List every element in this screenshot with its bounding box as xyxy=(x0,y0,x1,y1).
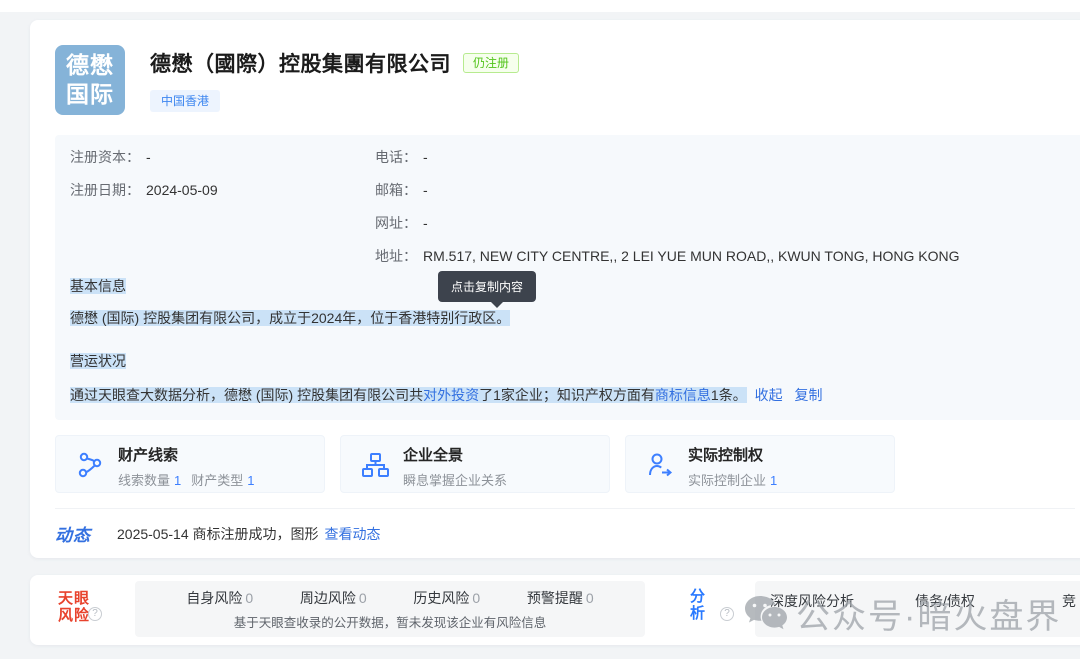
feature-card-body: 财产线索 线索数量 1 财产类型 1 xyxy=(118,444,265,489)
analysis-help-icon[interactable]: ? xyxy=(720,607,734,621)
trademark-info-link[interactable]: 商标信息 xyxy=(655,387,711,403)
risk-item-warning[interactable]: 预警提醒0 xyxy=(527,588,594,608)
title-row: 德懋（國際）控股集團有限公司 仍注册 xyxy=(150,48,519,78)
company-logo-line2: 国际 xyxy=(66,80,114,109)
risk-items-row: 自身风险0 周边风险0 历史风险0 预警提醒0 xyxy=(135,588,645,608)
field-phone: 电话：- xyxy=(375,147,428,167)
operation-part3: 1条。 xyxy=(711,387,747,403)
copy-tooltip: 点击复制内容 xyxy=(438,271,536,302)
tianyan-risk-brand-line2: 风险 xyxy=(58,607,90,624)
view-dynamics-link[interactable]: 查看动态 xyxy=(325,524,381,544)
org-chart-icon xyxy=(361,451,389,479)
risk-item-label: 周边风险 xyxy=(300,590,356,606)
controller-person-icon xyxy=(646,451,674,479)
basic-info-text: 德懋 (国际) 控股集团有限公司，成立于2024年，位于香港特别行政区。 xyxy=(70,308,510,328)
analysis-brand-line1: 分 xyxy=(690,588,705,605)
analysis-brand-line2: 析 xyxy=(690,605,705,622)
page-top-strip xyxy=(0,0,1080,12)
property-type-label: 财产类型 xyxy=(191,473,243,488)
feature-card-property-clues[interactable]: 财产线索 线索数量 1 财产类型 1 xyxy=(55,435,325,493)
basic-info-title: 基本信息 xyxy=(70,276,126,296)
basic-info-text-selected: 德懋 (国际) 控股集团有限公司，成立于2024年，位于香港特别行政区。 xyxy=(70,310,510,326)
risk-item-history[interactable]: 历史风险0 xyxy=(413,588,480,608)
controlled-company-value: 1 xyxy=(770,473,777,488)
property-type-value: 1 xyxy=(247,473,254,488)
risk-note: 基于天眼查收录的公开数据，暂未发现该企业有风险信息 xyxy=(135,612,645,631)
operation-text: 通过天眼查大数据分析，德懋 (国际) 控股集团有限公司共对外投资了1家企业；知识… xyxy=(70,385,822,405)
divider xyxy=(55,508,1075,509)
risk-item-label: 预警提醒 xyxy=(527,590,583,606)
risk-counts-panel: 自身风险0 周边风险0 历史风险0 预警提醒0 基于天眼查收录的公开数据，暂未发… xyxy=(135,581,645,637)
risk-item-count: 0 xyxy=(359,590,367,606)
risk-item-self[interactable]: 自身风险0 xyxy=(186,588,253,608)
field-value: - xyxy=(423,182,428,198)
controlled-company-label: 实际控制企业 xyxy=(688,473,766,488)
feature-card-body: 企业全景 瞬息掌握企业关系 xyxy=(403,444,507,489)
analysis-item-debt[interactable]: 债务/债权 xyxy=(915,591,975,611)
field-address: 地址： RM.517, NEW CITY CENTRE,, 2 LEI YUE M… xyxy=(375,246,960,266)
field-label: 注册日期： xyxy=(70,182,140,198)
analysis-panel: 深度风险分析 债务/债权 竞 xyxy=(755,581,1080,637)
field-value: - xyxy=(146,149,151,165)
company-logo: 德懋 国际 xyxy=(55,45,125,115)
operation-title-text: 营运状况 xyxy=(70,353,126,369)
analysis-item-competition[interactable]: 竞 xyxy=(1062,591,1076,611)
risk-summary-card: 天眼 风险 ? 自身风险0 周边风险0 历史风险0 预警提醒0 基于天眼查收录的… xyxy=(30,575,1080,645)
feature-card-desc: 实际控制企业 1 xyxy=(688,470,787,489)
operation-part2: 了1家企业；知识产权方面有 xyxy=(479,387,655,403)
dynamics-row: 动态 2025-05-14 商标注册成功，图形 查看动态 xyxy=(55,521,381,546)
field-registered-date: 注册日期： 2024-05-09 xyxy=(70,180,218,200)
field-email: 邮箱：- xyxy=(375,180,428,200)
operation-title: 营运状况 xyxy=(70,351,126,371)
company-profile-card: 德懋 国际 德懋（國際）控股集團有限公司 仍注册 中国香港 注册资本：- 注册日… xyxy=(30,20,1080,558)
field-value: 2024-05-09 xyxy=(146,182,218,198)
clue-count-value: 1 xyxy=(174,473,181,488)
risk-item-label: 历史风险 xyxy=(413,590,469,606)
region-tag[interactable]: 中国香港 xyxy=(150,90,220,112)
field-registered-capital: 注册资本：- xyxy=(70,147,151,167)
risk-item-label: 自身风险 xyxy=(186,590,242,606)
operation-part1: 通过天眼查大数据分析，德懋 (国际) 控股集团有限公司共 xyxy=(70,387,423,403)
feature-card-desc: 线索数量 1 财产类型 1 xyxy=(118,470,265,489)
feature-card-company-panorama[interactable]: 企业全景 瞬息掌握企业关系 xyxy=(340,435,610,493)
risk-item-count: 0 xyxy=(586,590,594,606)
feature-card-title: 财产线索 xyxy=(118,444,265,465)
clue-count-label: 线索数量 xyxy=(118,473,170,488)
status-badge: 仍注册 xyxy=(463,53,519,73)
risk-help-icon[interactable]: ? xyxy=(88,607,102,621)
analysis-brand: 分 析 xyxy=(690,588,705,622)
feature-card-actual-control[interactable]: 实际控制权 实际控制企业 1 xyxy=(625,435,895,493)
field-label: 邮箱： xyxy=(375,182,417,198)
field-value: - xyxy=(423,149,428,165)
field-website: 网址：- xyxy=(375,213,428,233)
feature-card-title: 实际控制权 xyxy=(688,444,787,465)
risk-item-surrounding[interactable]: 周边风险0 xyxy=(300,588,367,608)
dynamics-label: 动态 xyxy=(55,521,91,546)
risk-item-count: 0 xyxy=(245,590,253,606)
operation-text-selected: 通过天眼查大数据分析，德懋 (国际) 控股集团有限公司共对外投资了1家企业；知识… xyxy=(70,387,747,403)
tianyan-risk-brand: 天眼 风险 xyxy=(58,590,90,624)
feature-card-title: 企业全景 xyxy=(403,444,507,465)
clue-icon xyxy=(76,451,104,479)
company-logo-line1: 德懋 xyxy=(66,51,114,80)
copy-link[interactable]: 复制 xyxy=(794,387,822,403)
risk-item-count: 0 xyxy=(472,590,480,606)
dynamics-text: 2025-05-14 商标注册成功，图形 xyxy=(117,524,319,544)
analysis-item-deep-risk[interactable]: 深度风险分析 xyxy=(770,591,854,611)
field-value[interactable]: RM.517, NEW CITY CENTRE,, 2 LEI YUE MUN … xyxy=(423,248,960,264)
field-label: 注册资本： xyxy=(70,149,140,165)
outbound-investment-link[interactable]: 对外投资 xyxy=(423,387,479,403)
company-name: 德懋（國際）控股集團有限公司 xyxy=(150,48,451,78)
field-label: 电话： xyxy=(375,149,417,165)
tianyan-risk-brand-line1: 天眼 xyxy=(58,590,90,607)
field-label: 地址： xyxy=(375,248,417,264)
basic-info-title-text: 基本信息 xyxy=(70,278,126,294)
feature-card-body: 实际控制权 实际控制企业 1 xyxy=(688,444,787,489)
field-value: - xyxy=(423,215,428,231)
collapse-link[interactable]: 收起 xyxy=(755,387,783,403)
company-info-panel: 注册资本：- 注册日期：2024-05-09 电话：- 邮箱：- 网址：- 地址… xyxy=(55,135,1080,420)
field-label: 网址： xyxy=(375,215,417,231)
feature-card-desc: 瞬息掌握企业关系 xyxy=(403,470,507,489)
